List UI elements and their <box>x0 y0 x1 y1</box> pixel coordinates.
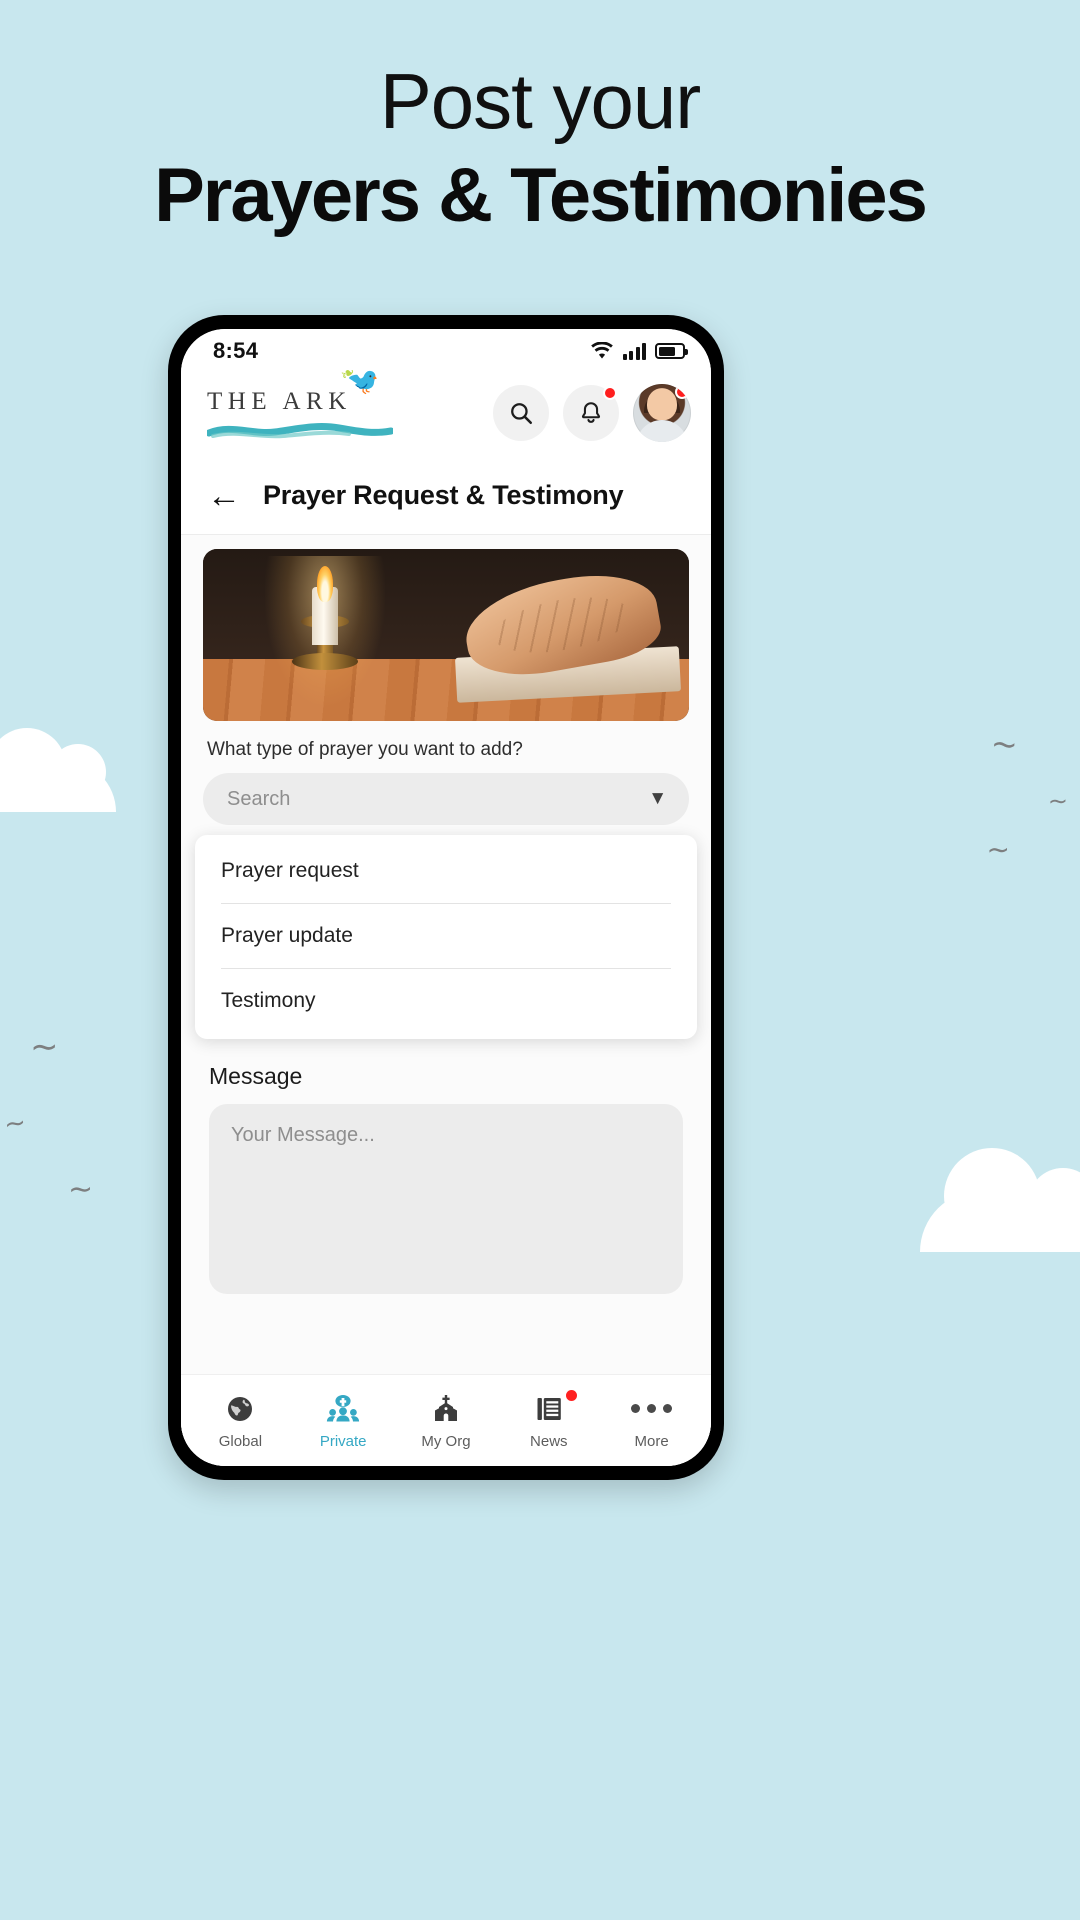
dove-icon: 🐦 <box>346 365 379 396</box>
search-button[interactable] <box>493 385 549 441</box>
avatar-badge <box>675 385 689 399</box>
flame-icon <box>316 566 333 603</box>
nav-item-private[interactable]: Private <box>295 1392 391 1450</box>
bird-icon: ∼ <box>989 724 1020 764</box>
dropdown-option-prayer-update[interactable]: Prayer update <box>195 904 697 968</box>
news-icon <box>534 1392 564 1426</box>
bell-icon <box>581 402 601 423</box>
bird-icon: ∼ <box>2 1106 28 1140</box>
church-icon <box>431 1392 461 1426</box>
prayer-type-label: What type of prayer you want to add? <box>207 739 523 760</box>
avatar-face <box>647 388 677 421</box>
brand-logo[interactable]: ❧ 🐦 THE ARK <box>207 361 397 439</box>
phone-screen: 8:54 ❧ 🐦 THE ARK ← Prayer Request & Test… <box>181 329 711 1466</box>
bird-icon: ∼ <box>986 834 1010 865</box>
chevron-down-icon: ▼ <box>648 788 667 809</box>
page-title: Prayer Request & Testimony <box>263 480 624 510</box>
nav-item-news[interactable]: News <box>501 1389 597 1450</box>
bird-icon: ∼ <box>68 1173 94 1206</box>
nav-label-global: Global <box>218 1432 263 1450</box>
wifi-icon <box>590 342 613 359</box>
notification-badge <box>603 386 617 400</box>
nav-label-my-org: My Org <box>421 1432 471 1450</box>
promo-headline-line1: Post your <box>379 57 701 145</box>
nav-item-more[interactable]: More <box>604 1392 700 1450</box>
nav-item-global[interactable]: Global <box>192 1392 288 1450</box>
nav-item-my-org[interactable]: My Org <box>398 1392 494 1450</box>
bird-icon: ∼ <box>1047 788 1068 815</box>
group-people-icon <box>326 1392 360 1426</box>
prayer-type-dropdown: Prayer request Prayer update Testimony <box>195 835 697 1039</box>
cloud-left <box>0 728 116 812</box>
phone-mockup: 8:54 ❧ 🐦 THE ARK ← Prayer Request & Test… <box>168 315 724 1480</box>
promo-headline: Post your Prayers & Testimonies <box>0 62 1080 243</box>
status-bar: 8:54 <box>181 329 711 369</box>
battery-icon <box>655 343 688 359</box>
cellular-signal-icon <box>622 342 646 360</box>
prayer-type-select[interactable]: Search ▼ <box>203 773 689 825</box>
message-input[interactable]: Your Message... <box>209 1104 683 1294</box>
globe-icon <box>225 1392 255 1426</box>
ellipsis-icon <box>631 1392 673 1426</box>
notifications-button[interactable] <box>563 385 619 441</box>
bird-icon: ∼ <box>30 1028 59 1066</box>
app-header: ❧ 🐦 THE ARK <box>181 361 711 457</box>
status-icons <box>590 342 688 360</box>
hero-image <box>203 549 689 721</box>
promo-headline-line2: Prayers & Testimonies <box>154 153 928 238</box>
dropdown-option-prayer-request[interactable]: Prayer request <box>195 839 697 903</box>
header-actions <box>493 384 691 442</box>
nav-label-news: News <box>530 1432 568 1450</box>
search-icon <box>511 403 532 424</box>
back-arrow-icon[interactable]: ← <box>207 479 241 513</box>
cloud-right <box>920 1148 1080 1252</box>
status-time: 8:54 <box>213 338 259 363</box>
nav-label-private: Private <box>319 1432 367 1450</box>
form-content: What type of prayer you want to add? Sea… <box>181 535 711 1466</box>
avatar[interactable] <box>633 384 691 442</box>
nav-label-more: More <box>634 1432 669 1450</box>
prayer-type-placeholder: Search <box>227 787 291 810</box>
page-sub-header: ← Prayer Request & Testimony <box>181 457 711 535</box>
avatar-body <box>636 420 688 442</box>
message-label: Message <box>209 1063 303 1089</box>
dropdown-option-testimony[interactable]: Testimony <box>195 969 697 1033</box>
wave-graphic <box>207 422 393 438</box>
bottom-navigation: Global Private My Org News More <box>181 1374 711 1466</box>
news-badge <box>565 1389 577 1401</box>
brand-name: THE ARK <box>207 387 352 415</box>
